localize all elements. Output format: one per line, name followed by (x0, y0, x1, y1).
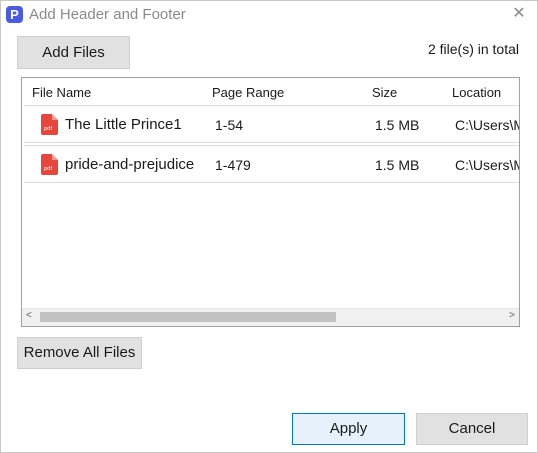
file-list-table: File Name Page Range Size Location pdf T… (21, 77, 520, 327)
svg-text:pdf: pdf (44, 166, 52, 172)
size-cell: 1.5 MB (375, 157, 420, 173)
table-header: File Name Page Range Size Location (22, 78, 519, 105)
pdf-file-icon: pdf (41, 154, 58, 175)
scroll-left-arrow-icon[interactable]: < (26, 310, 32, 321)
scroll-right-arrow-icon[interactable]: > (509, 310, 515, 321)
column-header-file-name[interactable]: File Name (32, 85, 91, 100)
dialog-window: P Add Header and Footer ✕ Add Files 2 fi… (0, 0, 538, 453)
horizontal-scrollbar[interactable]: < > (22, 308, 519, 326)
apply-button[interactable]: Apply (292, 413, 405, 445)
dialog-title: Add Header and Footer (29, 6, 186, 23)
cancel-button[interactable]: Cancel (416, 413, 528, 445)
size-cell: 1.5 MB (375, 117, 420, 133)
scrollbar-thumb[interactable] (40, 312, 336, 322)
pdf-file-icon: pdf (41, 114, 58, 135)
app-logo-icon: P (6, 6, 23, 23)
file-name-cell: The Little Prince1 (65, 116, 182, 133)
table-row[interactable]: pdf The Little Prince1 1-54 1.5 MB C:\Us… (24, 105, 520, 143)
svg-text:pdf: pdf (44, 126, 52, 132)
title-bar: P Add Header and Footer ✕ (1, 1, 537, 29)
location-cell: C:\Users\M (455, 117, 520, 133)
page-range-cell[interactable]: 1-54 (215, 117, 243, 133)
add-files-button[interactable]: Add Files (17, 36, 130, 69)
table-row[interactable]: pdf pride-and-prejudice 1-479 1.5 MB C:\… (24, 145, 520, 183)
location-cell: C:\Users\M (455, 157, 520, 173)
column-header-size[interactable]: Size (372, 85, 397, 100)
column-header-location[interactable]: Location (452, 85, 501, 100)
close-icon[interactable]: ✕ (509, 4, 529, 24)
file-count-label: 2 file(s) in total (427, 41, 519, 57)
file-name-cell: pride-and-prejudice (65, 156, 195, 173)
remove-all-files-button[interactable]: Remove All Files (17, 337, 142, 369)
column-header-page-range[interactable]: Page Range (212, 85, 284, 100)
page-range-cell[interactable]: 1-479 (215, 157, 251, 173)
